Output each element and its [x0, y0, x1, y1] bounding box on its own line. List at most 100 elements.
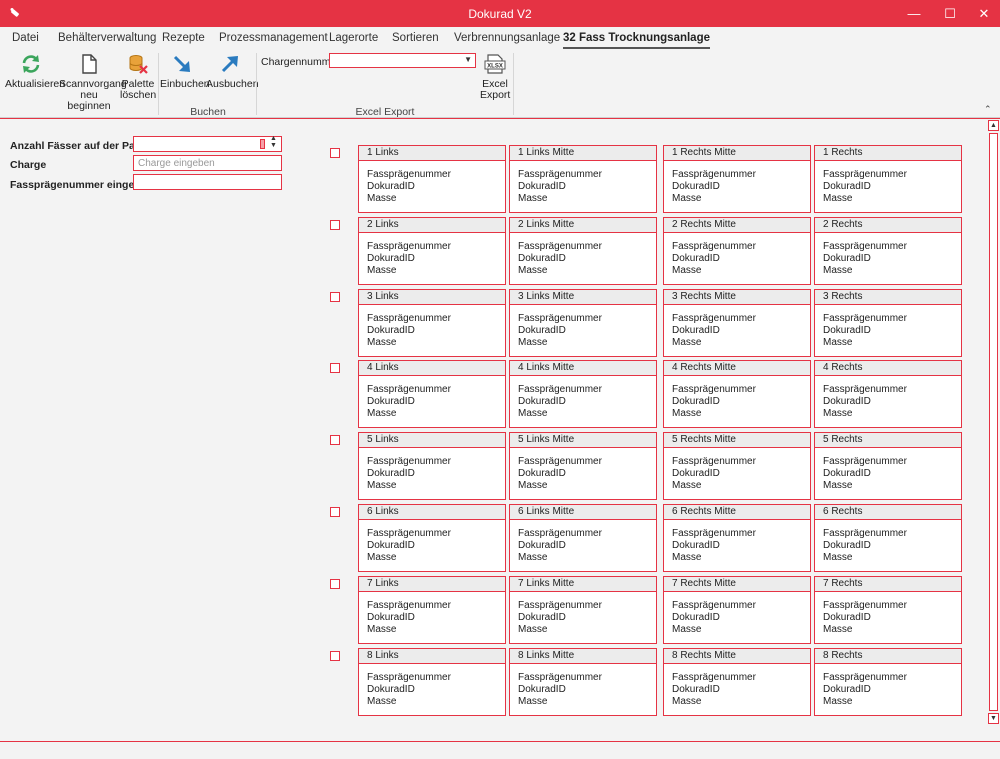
slot-field-label: Masse — [823, 551, 853, 563]
slot-title: 8 Links Mitte — [510, 649, 656, 664]
pallet-slot[interactable]: 2 Links Mitte Fassprägenummer DokuradID Mas… — [509, 217, 657, 285]
slot-title: 8 Rechts Mitte — [664, 649, 810, 664]
slot-title: 1 Links Mitte — [510, 146, 656, 161]
pallet-slot[interactable]: 5 Rechts Mitte Fassprägenummer DokuradID Ma… — [663, 432, 811, 500]
pallet-slot[interactable]: 7 Rechts Fassprägenummer DokuradID Masse — [814, 576, 962, 644]
scroll-up-button[interactable]: ▲ — [988, 120, 999, 131]
slot-body: Fassprägenummer DokuradID Masse — [359, 592, 505, 635]
row-checkbox[interactable] — [330, 435, 340, 445]
scannvorgang-neu-beginnen-button[interactable]: Scannvorgang neu beginnen — [59, 53, 127, 112]
tab-prozessmanagement[interactable]: Prozessmanagement — [219, 32, 328, 44]
minimize-button[interactable]: — — [896, 0, 932, 27]
slot-title: 2 Links Mitte — [510, 218, 656, 233]
pallet-slot[interactable]: 1 Rechts Fassprägenummer DokuradID Masse — [814, 145, 962, 213]
pallet-slot[interactable]: 4 Rechts Mitte Fassprägenummer DokuradID Ma… — [663, 360, 811, 428]
row-checkbox[interactable] — [330, 363, 340, 373]
slot-field-label: DokuradID — [518, 324, 566, 336]
tab-sortieren[interactable]: Sortieren — [392, 32, 439, 44]
slot-field-label: Fassprägenummer — [367, 528, 451, 539]
slot-body: Fassprägenummer DokuradID Masse — [815, 376, 961, 419]
pallet-slot[interactable]: 1 Links Fassprägenummer DokuradID Masse — [358, 145, 506, 213]
scrollbar-thumb[interactable] — [989, 133, 998, 711]
slot-field-label: Masse — [518, 264, 548, 276]
pallet-slot[interactable]: 4 Links Mitte Fassprägenummer DokuradID Mas… — [509, 360, 657, 428]
ausbuchen-button[interactable]: Ausbuchen — [206, 53, 259, 90]
tab-32-fass-trocknungsanlage[interactable]: 32 Fass Trocknungsanlage — [563, 32, 711, 49]
slot-field-label: DokuradID — [518, 467, 566, 479]
einbuchen-label: Einbuchen — [160, 78, 210, 90]
einbuchen-button[interactable]: Einbuchen — [160, 53, 210, 90]
pallet-slot[interactable]: 8 Rechts Mitte Fassprägenummer DokuradID Ma… — [663, 648, 811, 716]
row-checkbox[interactable] — [330, 651, 340, 661]
pallet-slot[interactable]: 3 Links Fassprägenummer DokuradID Masse — [358, 289, 506, 357]
pallet-slot[interactable]: 7 Links Mitte Fassprägenummer DokuradID Mas… — [509, 576, 657, 644]
pallet-slot[interactable]: 3 Rechts Fassprägenummer DokuradID Masse — [814, 289, 962, 357]
tab-lagerorte[interactable]: Lagerorte — [329, 32, 378, 44]
pallet-slot[interactable]: 2 Rechts Mitte Fassprägenummer DokuradID Ma… — [663, 217, 811, 285]
aktualisieren-button[interactable]: Aktualisieren — [5, 53, 65, 90]
slot-body: Fassprägenummer DokuradID Masse — [510, 592, 656, 635]
slot-body: Fassprägenummer DokuradID Masse — [510, 376, 656, 419]
stepper-up-icon[interactable]: ▲ — [270, 135, 277, 142]
row-checkbox[interactable] — [330, 220, 340, 230]
slot-body: Fassprägenummer DokuradID Masse — [664, 233, 810, 276]
pallet-slot[interactable]: 3 Links Mitte Fassprägenummer DokuradID Mas… — [509, 289, 657, 357]
slot-field-label: DokuradID — [518, 539, 566, 551]
slot-field-label: Fassprägenummer — [518, 672, 602, 683]
fasspraegenummer-label: Fassprägenummer eingeben — [10, 179, 153, 191]
maximize-button[interactable]: ☐ — [932, 0, 968, 27]
slot-body: Fassprägenummer DokuradID Masse — [359, 233, 505, 276]
pallet-slot[interactable]: 6 Rechts Fassprägenummer DokuradID Masse — [814, 504, 962, 572]
pallet-slot[interactable]: 6 Rechts Mitte Fassprägenummer DokuradID Ma… — [663, 504, 811, 572]
row-checkbox[interactable] — [330, 507, 340, 517]
charge-input[interactable]: Charge eingeben — [133, 155, 282, 171]
pallet-slot[interactable]: 6 Links Fassprägenummer DokuradID Masse — [358, 504, 506, 572]
slot-body: Fassprägenummer DokuradID Masse — [664, 305, 810, 348]
slot-body: Fassprägenummer DokuradID Masse — [359, 664, 505, 707]
slot-title: 7 Links Mitte — [510, 577, 656, 592]
pallet-slot[interactable]: 8 Links Fassprägenummer DokuradID Masse — [358, 648, 506, 716]
palette-loeschen-button[interactable]: Palette löschen — [120, 53, 156, 101]
chargennummer-select[interactable]: ▼ — [329, 53, 476, 68]
slot-field-label: DokuradID — [518, 252, 566, 264]
tab-verbrennungsanlage[interactable]: Verbrennungsanlage — [454, 32, 560, 44]
ribbon-collapse-icon[interactable]: ⌃ — [984, 104, 992, 115]
tab-behaelterverwaltung[interactable]: Behälterverwaltung — [58, 32, 156, 44]
excel-export-button[interactable]: XLSX Excel Export — [480, 53, 510, 101]
scannvorgang-label-line2: neu beginnen — [67, 89, 111, 112]
pallet-slot[interactable]: 5 Links Mitte Fassprägenummer DokuradID Mas… — [509, 432, 657, 500]
pallet-slot[interactable]: 4 Links Fassprägenummer DokuradID Masse — [358, 360, 506, 428]
slot-title: 4 Links — [359, 361, 505, 376]
row-checkbox[interactable] — [330, 292, 340, 302]
scroll-down-button[interactable]: ▼ — [988, 713, 999, 724]
pallet-slot[interactable]: 7 Rechts Mitte Fassprägenummer DokuradID Ma… — [663, 576, 811, 644]
quantity-stepper[interactable]: ▲ ▼ — [268, 135, 281, 152]
tab-rezepte[interactable]: Rezepte — [162, 32, 205, 44]
stepper-down-icon[interactable]: ▼ — [270, 142, 277, 149]
slot-body: Fassprägenummer DokuradID Masse — [815, 520, 961, 563]
slot-title: 6 Rechts Mitte — [664, 505, 810, 520]
pallet-slot[interactable]: 8 Links Mitte Fassprägenummer DokuradID Mas… — [509, 648, 657, 716]
slot-field-label: DokuradID — [823, 395, 871, 407]
pallet-slot[interactable]: 2 Links Fassprägenummer DokuradID Masse — [358, 217, 506, 285]
pallet-slot[interactable]: 6 Links Mitte Fassprägenummer DokuradID Mas… — [509, 504, 657, 572]
pallet-slot[interactable]: 5 Links Fassprägenummer DokuradID Masse — [358, 432, 506, 500]
close-button[interactable]: ✕ — [966, 0, 1000, 27]
tab-datei[interactable]: Datei — [12, 32, 39, 44]
pallet-slot[interactable]: 7 Links Fassprägenummer DokuradID Masse — [358, 576, 506, 644]
slot-field-label: Masse — [823, 623, 853, 635]
pallet-slot[interactable]: 4 Rechts Fassprägenummer DokuradID Masse — [814, 360, 962, 428]
pallet-slot[interactable]: 8 Rechts Fassprägenummer DokuradID Masse — [814, 648, 962, 716]
slot-field-label: Masse — [823, 695, 853, 707]
slot-field-label: Masse — [823, 407, 853, 419]
slot-title: 2 Links — [359, 218, 505, 233]
anzahl-faesser-value: 4 — [260, 139, 265, 149]
pallet-slot[interactable]: 1 Links Mitte Fassprägenummer DokuradID Mas… — [509, 145, 657, 213]
pallet-slot[interactable]: 1 Rechts Mitte Fassprägenummer DokuradID Ma… — [663, 145, 811, 213]
row-checkbox[interactable] — [330, 148, 340, 158]
pallet-slot[interactable]: 2 Rechts Fassprägenummer DokuradID Masse — [814, 217, 962, 285]
pallet-slot[interactable]: 5 Rechts Fassprägenummer DokuradID Masse — [814, 432, 962, 500]
fasspraegenummer-input[interactable] — [133, 174, 282, 190]
row-checkbox[interactable] — [330, 579, 340, 589]
pallet-slot[interactable]: 3 Rechts Mitte Fassprägenummer DokuradID Ma… — [663, 289, 811, 357]
